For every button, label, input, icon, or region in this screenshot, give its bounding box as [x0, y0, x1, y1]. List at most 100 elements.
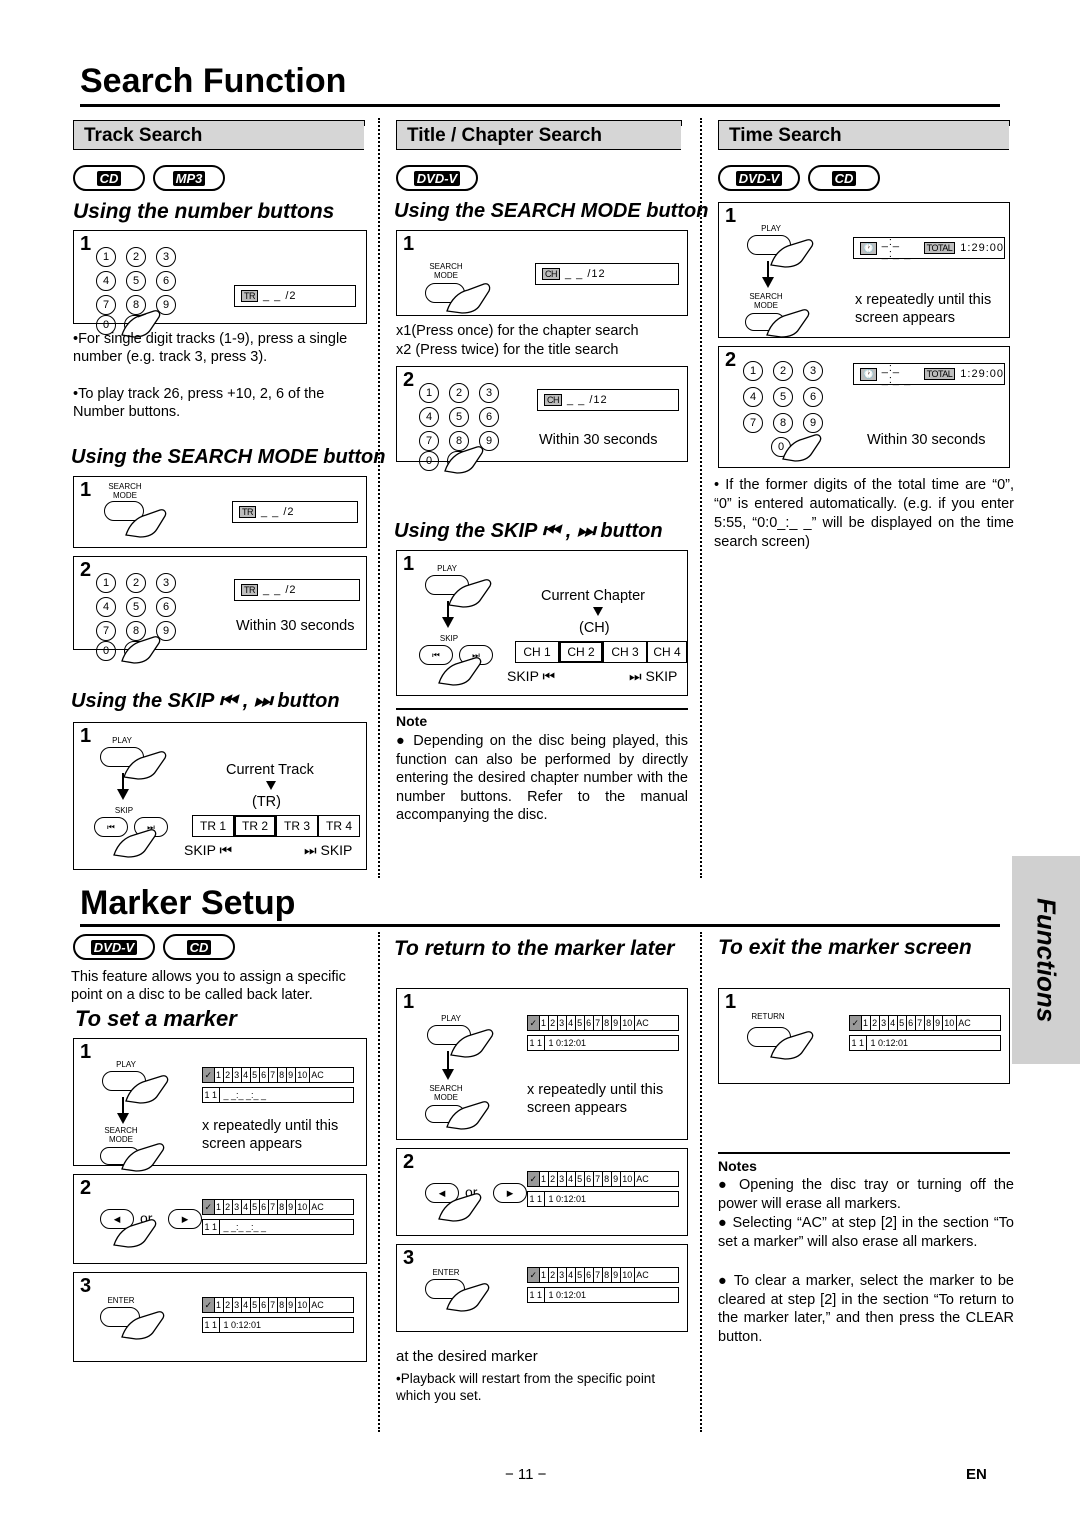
- skip-left-label: SKIP ⏮: [184, 842, 233, 858]
- hand-cursor-icon: [765, 307, 811, 339]
- lcd-total-tag: TOTAL: [923, 242, 956, 254]
- time-search-display: 🕐 _:_ _:_ _ TOTAL 1:29:00: [853, 236, 1005, 260]
- lcd-value: _ _ /2: [261, 506, 295, 518]
- marker-return-step1-panel: 1 PLAY SEARCH MODE ✓ 1234 5678 9 10 AC 1 1 …: [396, 988, 688, 1140]
- step-2-number: 2: [403, 369, 415, 391]
- step-1-number: 1: [80, 479, 92, 501]
- current-chapter-abbr: (CH): [579, 620, 610, 636]
- section-track-search: Track Search: [73, 120, 369, 156]
- marker-exit-step1-panel: 1 RETURN ✓ 1234 5678 9 10 AC 1 1 1 0:12:01: [718, 988, 1010, 1084]
- play-label: PLAY: [437, 564, 457, 573]
- track-search-sm-display: TR _ _ /2: [232, 501, 358, 523]
- marker-strip-blank: ✓ 1234 5678 9 10 AC: [202, 1199, 354, 1215]
- footer-language: EN: [966, 1466, 987, 1483]
- cursor-right-button[interactable]: ▶: [168, 1209, 202, 1229]
- marker-time: 1 0:12:01: [548, 1290, 587, 1300]
- time-search-heading: Time Search: [729, 125, 842, 146]
- marker-time-set: 1 1 1 0:12:01: [527, 1287, 679, 1303]
- skip-label: SKIP: [439, 634, 459, 643]
- play-label: PLAY: [112, 736, 132, 745]
- lcd-value: _ _ /12: [565, 268, 606, 280]
- track-box: TR 1: [192, 815, 234, 837]
- skip-right-label: ⏭ SKIP: [629, 668, 678, 684]
- tc-skip-panel: 1 PLAY SKIP ⏮ ⏭ Current Chapter (CH) CH …: [396, 550, 688, 696]
- column-divider-4: [700, 932, 702, 1432]
- enter-label: ENTER: [107, 1296, 135, 1305]
- marker-time: _ _:_ _:_ _: [223, 1222, 267, 1232]
- section-time-search: Time Search: [718, 120, 1014, 156]
- step-1-number: 1: [403, 553, 415, 575]
- marker-check-icon: ✓: [528, 1172, 540, 1186]
- lcd-total-time: 1:29:00: [960, 368, 1004, 380]
- step-1-number: 1: [725, 991, 737, 1013]
- track-search-skip-panel: 1 PLAY SKIP ⏮ ⏭ Current Track (TR) TR 1 …: [73, 722, 367, 870]
- marker-notes-heading: Notes: [718, 1158, 757, 1174]
- time-search-step1-panel: 1 PLAY SEARCH MODE 🕐 _:_ _:_ _ TOTAL 1:29…: [718, 202, 1010, 338]
- marker-time-set: 1 1 1 0:12:01: [527, 1035, 679, 1051]
- tc-step2-note: Within 30 seconds: [539, 432, 658, 448]
- current-track-label: Current Track: [226, 762, 314, 778]
- lcd-value: _ _ /2: [263, 290, 297, 302]
- search-mode-label: SEARCH MODE: [108, 482, 142, 500]
- tc-note-body: ● Depending on the disc being played, th…: [396, 733, 688, 823]
- column-divider-3: [378, 932, 380, 1432]
- hand-cursor-icon: [781, 433, 823, 463]
- manual-page: Search Function Track Search CD MP3 Usin…: [0, 0, 1080, 1526]
- time-search-step2-note: Within 30 seconds: [867, 432, 986, 448]
- search-mode-label: SEARCH MODE: [429, 262, 463, 280]
- marker-check-icon: ✓: [528, 1268, 540, 1282]
- column-divider-2: [700, 118, 702, 878]
- enter-label: ENTER: [432, 1268, 460, 1277]
- tc-line-1: x1(Press once) for the chapter search: [396, 323, 639, 339]
- hand-cursor-icon: [112, 827, 158, 859]
- current-track-abbr: (TR): [252, 794, 281, 810]
- tc-display: CH _ _ /12: [535, 263, 679, 285]
- track-search-sub-number-buttons: Using the number buttons: [73, 200, 335, 223]
- track-search-step1-panel: 1 123 456 789 0+10 TR _ _ /2: [73, 230, 367, 338]
- marker-time: 1 0:12:01: [548, 1038, 587, 1048]
- hand-cursor-icon: [769, 237, 815, 269]
- tc-step2-display: CH _ _ /12: [537, 389, 679, 411]
- step-2-number: 2: [725, 349, 737, 371]
- lcd-value: _ _ /12: [567, 394, 608, 406]
- marker-return-bullet: •Playback will restart from the specific…: [396, 1371, 656, 1403]
- marker-check-icon: ✓: [203, 1068, 215, 1082]
- marker-strip-set: ✓ 1234 5678 9 10 AC: [527, 1267, 679, 1283]
- marker-time: 1 0:12:01: [870, 1038, 909, 1048]
- chapter-box-selected: CH 2: [559, 641, 603, 663]
- lcd-value: _:_ _:_ _: [881, 236, 912, 260]
- marker-note-2: ● Selecting “AC” at step [2] in the sect…: [718, 1215, 1014, 1250]
- marker-tr: 1 1: [203, 1318, 220, 1332]
- lcd-total-tag: TOTAL: [923, 368, 956, 380]
- hand-cursor-icon: [120, 1309, 166, 1341]
- track-box: TR 3: [276, 815, 318, 837]
- track-search-step2-note: Within 30 seconds: [236, 618, 355, 634]
- marker-sub-exit: To exit the marker screen: [718, 936, 972, 959]
- marker-tr: 1 1: [528, 1288, 545, 1302]
- marker-setup-intro: This feature allows you to assign a spec…: [71, 969, 346, 1003]
- marker-strip-blank: ✓ 1234 5678 9 10 AC: [202, 1067, 354, 1083]
- marker-return-step1-note: x repeatedly until this screen appears: [527, 1082, 664, 1116]
- marker-set-step1-note: x repeatedly until this screen appears: [202, 1118, 339, 1152]
- return-label: RETURN: [751, 1012, 785, 1021]
- hand-cursor-icon: [437, 1191, 483, 1223]
- marker-tr: 1 1: [528, 1192, 545, 1206]
- time-search-step1-note: x repeatedly until this screen appears: [855, 292, 992, 326]
- skip-right-label: ⏭ SKIP: [304, 842, 353, 858]
- hand-cursor-icon: [445, 1281, 491, 1313]
- marker-check-icon: ✓: [850, 1016, 862, 1030]
- marker-time-set: 1 1 1 0:12:01: [527, 1191, 679, 1207]
- marker-check-icon: ✓: [203, 1200, 215, 1214]
- step-1-number: 1: [80, 1041, 92, 1063]
- tc-step2-panel: 2 123 456 789 0+10 CH _ _ /12 Within 30 …: [396, 366, 688, 474]
- hand-cursor-icon: [449, 1027, 495, 1059]
- cursor-right-button[interactable]: ▶: [493, 1183, 527, 1203]
- step-3-number: 3: [403, 1247, 415, 1269]
- marker-strip-set: ✓ 1234 5678 9 10 AC: [527, 1171, 679, 1187]
- play-label: PLAY: [441, 1014, 461, 1023]
- marker-time: _ _:_ _:_ _: [223, 1090, 267, 1100]
- play-label: PLAY: [116, 1060, 136, 1069]
- track-search-bullet-1: •For single digit tracks (1-9), press a …: [73, 331, 348, 365]
- marker-tr: 1 1: [528, 1036, 545, 1050]
- lcd-tag: TR: [241, 290, 258, 302]
